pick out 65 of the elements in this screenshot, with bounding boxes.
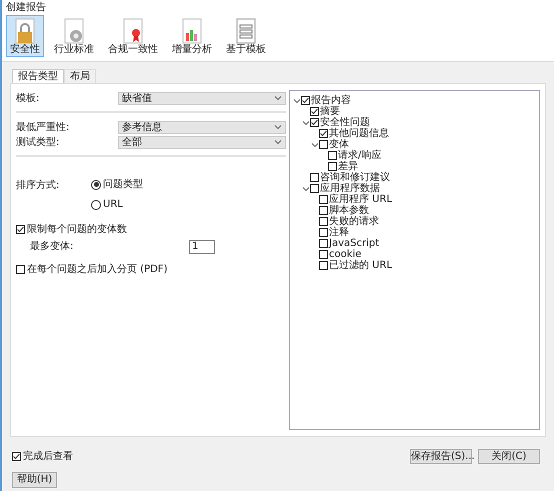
checkbox[interactable] xyxy=(319,206,328,215)
checkbox[interactable] xyxy=(319,228,328,237)
tree-item[interactable]: 注释 xyxy=(329,227,349,238)
tree-item[interactable]: 失败的请求 xyxy=(329,216,379,227)
help-button[interactable]: 帮助(H) xyxy=(12,472,57,488)
caret-icon xyxy=(274,139,282,145)
caret-icon xyxy=(274,124,282,130)
tree-item[interactable]: 摘要 xyxy=(320,106,340,117)
tree-item[interactable]: 咨询和修订建议 xyxy=(320,172,390,183)
tree-item[interactable]: 其他问题信息 xyxy=(329,128,389,139)
toolbar-button[interactable]: 行业标准 xyxy=(50,15,98,57)
checkbox-label: 在每个问题之后加入分页 (PDF) xyxy=(27,262,168,277)
checkbox[interactable] xyxy=(319,140,328,149)
toolbar-button[interactable]: 增量分析 xyxy=(168,15,216,57)
caret-icon xyxy=(274,95,282,101)
checkbox[interactable] xyxy=(328,151,337,160)
checkbox[interactable] xyxy=(319,217,328,226)
checkbox[interactable] xyxy=(319,261,328,270)
checkbox[interactable] xyxy=(319,250,328,259)
tree-item[interactable]: 脚本参数 xyxy=(329,205,369,216)
tree-item[interactable]: 已过滤的 URL xyxy=(329,260,392,271)
dialog-button[interactable]: 保存报告(S)... xyxy=(410,449,472,464)
tree-item[interactable]: 差异 xyxy=(338,161,358,172)
radio-button[interactable] xyxy=(91,180,101,190)
toolbar-button[interactable]: 基于模板 xyxy=(222,15,270,57)
dropdown[interactable]: 全部 xyxy=(118,136,286,148)
field-label: 测试类型: xyxy=(16,136,60,150)
checkbox[interactable] xyxy=(319,239,328,248)
tree-item[interactable]: 应用程序数据 xyxy=(320,183,380,194)
tab[interactable]: 布局 xyxy=(64,69,96,83)
tree-item[interactable]: JavaScript xyxy=(329,238,380,249)
checkbox[interactable] xyxy=(310,184,319,193)
checkbox[interactable] xyxy=(310,173,319,182)
checkbox[interactable] xyxy=(12,452,21,461)
tree-item[interactable]: 报告内容 xyxy=(311,95,351,106)
tree-item[interactable]: 变体 xyxy=(329,139,349,150)
checkbox[interactable] xyxy=(319,129,328,138)
checkbox[interactable] xyxy=(301,96,310,105)
radio-label: 问题类型 xyxy=(103,178,143,192)
number-field[interactable]: 1 xyxy=(189,240,215,254)
tab[interactable]: 报告类型 xyxy=(12,69,64,83)
dropdown[interactable]: 参考信息 xyxy=(118,120,286,134)
checkbox[interactable] xyxy=(16,225,25,234)
checkbox[interactable] xyxy=(16,265,25,274)
checkbox[interactable] xyxy=(328,162,337,171)
dialog-button[interactable]: 关闭(C) xyxy=(478,449,540,464)
toolbar-button[interactable]: 合规一致性 xyxy=(104,15,162,57)
field-label: 最低严重性: xyxy=(16,120,70,134)
radio-button[interactable] xyxy=(91,200,101,210)
checkbox[interactable] xyxy=(319,195,328,204)
field-label: 模板: xyxy=(16,92,40,106)
field-label: 最多变体: xyxy=(29,240,74,254)
tree-item[interactable]: cookie xyxy=(329,249,362,260)
toolbar-button[interactable]: 安全性 xyxy=(6,15,44,57)
checkbox[interactable] xyxy=(310,107,319,116)
radio-label: URL xyxy=(103,198,123,212)
tree-item[interactable]: 请求/响应 xyxy=(338,150,382,161)
field-label: 排序方式: xyxy=(16,178,60,193)
checkbox-label: 完成后查看 xyxy=(23,450,73,464)
checkbox[interactable] xyxy=(310,118,319,127)
tree-item[interactable]: 应用程序 URL xyxy=(329,194,392,205)
tree-item[interactable]: 安全性问题 xyxy=(320,117,370,128)
checkbox-label: 限制每个问题的变体数 xyxy=(27,222,127,237)
dropdown[interactable]: 缺省值 xyxy=(118,92,286,104)
window-title: 创建报告 xyxy=(6,0,46,15)
